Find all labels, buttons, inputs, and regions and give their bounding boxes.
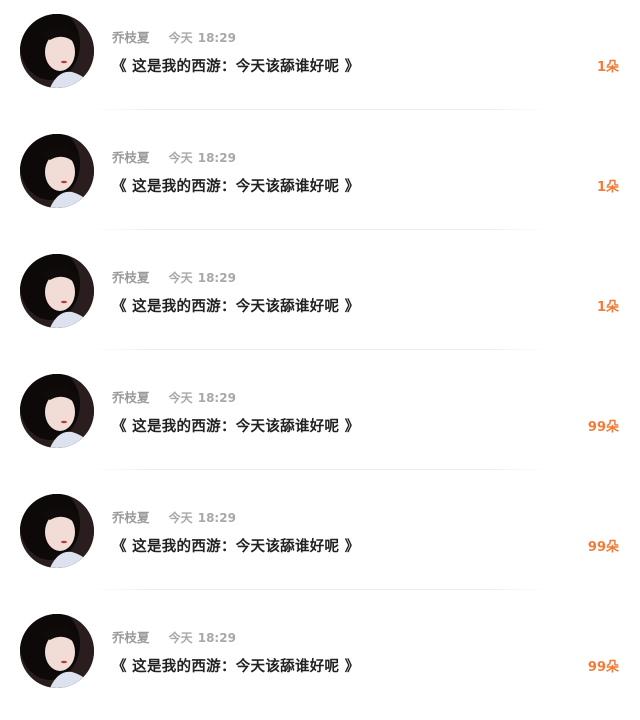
flower-count: 1朵 [596,180,619,195]
author-name[interactable]: 乔枝夏 [112,150,150,165]
author-name[interactable]: 乔枝夏 [112,630,150,645]
item-meta: 乔枝夏 今天 18:29 [112,388,236,406]
item-meta: 乔枝夏 今天 18:29 [112,628,236,646]
divider [90,229,550,230]
avatar-portrait-icon [20,254,94,328]
flower-count: 99朵 [587,420,619,435]
divider [90,109,550,110]
avatar[interactable] [20,254,94,328]
feed-item[interactable]: 乔枝夏 今天 18:29 《 这是我的西游：今天该舔谁好呢 》 1朵 [0,0,640,120]
post-day: 今天 [168,391,193,405]
post-day: 今天 [168,151,193,165]
post-time: 18:29 [197,391,236,405]
gift-feed: 乔枝夏 今天 18:29 《 这是我的西游：今天该舔谁好呢 》 1朵 乔枝夏 今… [0,0,640,704]
post-time: 18:29 [197,31,236,45]
avatar-portrait-icon [20,374,94,448]
feed-item[interactable]: 乔枝夏 今天 18:29 《 这是我的西游：今天该舔谁好呢 》 1朵 [0,240,640,360]
avatar-portrait-icon [20,614,94,688]
author-name[interactable]: 乔枝夏 [112,390,150,405]
item-meta: 乔枝夏 今天 18:29 [112,268,236,286]
book-title[interactable]: 《 这是我的西游：今天该舔谁好呢 》 [112,416,360,438]
avatar[interactable] [20,494,94,568]
book-title[interactable]: 《 这是我的西游：今天该舔谁好呢 》 [112,296,360,318]
book-title[interactable]: 《 这是我的西游：今天该舔谁好呢 》 [112,656,360,678]
feed-item[interactable]: 乔枝夏 今天 18:29 《 这是我的西游：今天该舔谁好呢 》 99朵 [0,360,640,480]
flower-count: 1朵 [596,300,619,315]
flower-count: 1朵 [596,60,619,75]
avatar[interactable] [20,14,94,88]
item-meta: 乔枝夏 今天 18:29 [112,508,236,526]
post-day: 今天 [168,31,193,45]
avatar-portrait-icon [20,494,94,568]
author-name[interactable]: 乔枝夏 [112,30,150,45]
post-time: 18:29 [197,151,236,165]
divider [90,349,550,350]
avatar[interactable] [20,374,94,448]
divider [90,469,550,470]
avatar[interactable] [20,614,94,688]
flower-count: 99朵 [587,540,619,555]
post-time: 18:29 [197,511,236,525]
post-day: 今天 [168,631,193,645]
item-meta: 乔枝夏 今天 18:29 [112,28,236,46]
feed-item[interactable]: 乔枝夏 今天 18:29 《 这是我的西游：今天该舔谁好呢 》 99朵 [0,600,640,720]
flower-count: 99朵 [587,660,619,675]
post-time: 18:29 [197,271,236,285]
author-name[interactable]: 乔枝夏 [112,510,150,525]
post-time: 18:29 [197,631,236,645]
book-title[interactable]: 《 这是我的西游：今天该舔谁好呢 》 [112,536,360,558]
avatar-portrait-icon [20,134,94,208]
feed-item[interactable]: 乔枝夏 今天 18:29 《 这是我的西游：今天该舔谁好呢 》 99朵 [0,480,640,600]
book-title[interactable]: 《 这是我的西游：今天该舔谁好呢 》 [112,56,360,78]
avatar-portrait-icon [20,14,94,88]
book-title[interactable]: 《 这是我的西游：今天该舔谁好呢 》 [112,176,360,198]
divider [90,589,550,590]
avatar[interactable] [20,134,94,208]
item-meta: 乔枝夏 今天 18:29 [112,148,236,166]
post-day: 今天 [168,511,193,525]
post-day: 今天 [168,271,193,285]
author-name[interactable]: 乔枝夏 [112,270,150,285]
feed-item[interactable]: 乔枝夏 今天 18:29 《 这是我的西游：今天该舔谁好呢 》 1朵 [0,120,640,240]
